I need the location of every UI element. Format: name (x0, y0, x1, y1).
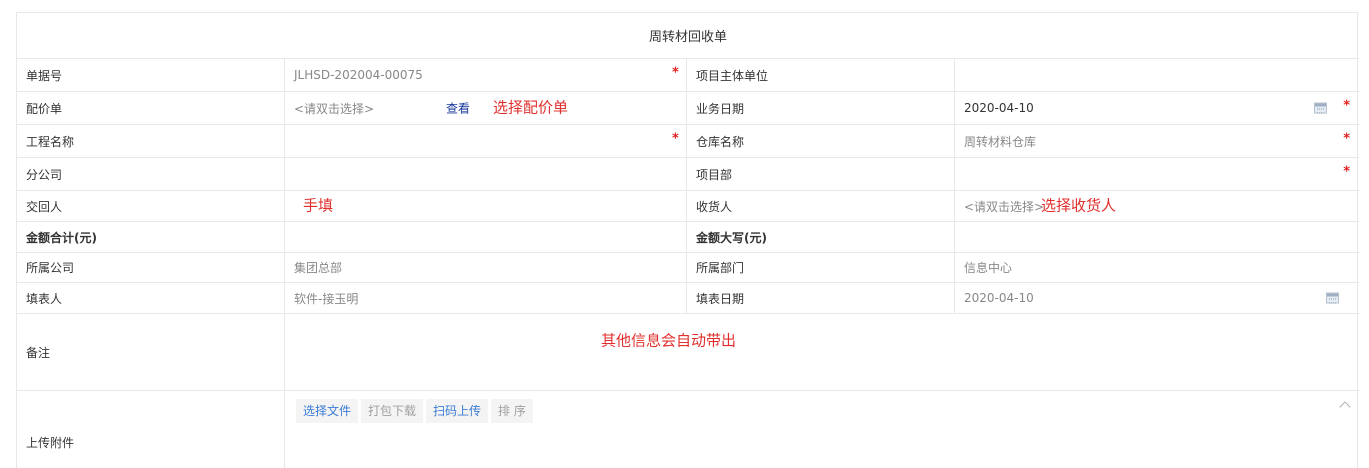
label-document-number: 单据号 (17, 59, 285, 91)
required-mark: * (1343, 131, 1350, 147)
label-project-entity: 项目主体单位 (687, 59, 955, 91)
remarks-field[interactable]: 其他信息会自动带出 (285, 314, 1359, 390)
label-attachments: 上传附件 (17, 391, 285, 468)
label-filler: 填表人 (17, 283, 285, 313)
required-mark: * (672, 65, 679, 81)
label-warehouse-name: 仓库名称 (687, 125, 955, 157)
label-returner: 交回人 (17, 191, 285, 221)
form-title-text: 周转材回收单 (648, 30, 727, 45)
fill-date-value: 2020-04-10 (964, 291, 1034, 305)
returner-field[interactable]: 手填 (285, 191, 687, 221)
calendar-icon[interactable] (1326, 292, 1339, 304)
sort-button[interactable]: 排 序 (491, 399, 533, 423)
receiver-field[interactable]: <请双击选择> 选择收货人 (955, 191, 1359, 221)
department-field: 信息中心 (955, 253, 1359, 282)
view-price-sheet-link[interactable]: 查看 (446, 100, 470, 117)
pack-download-button[interactable]: 打包下载 (361, 399, 424, 423)
chevron-up-icon[interactable] (1339, 401, 1351, 413)
calendar-icon[interactable] (1314, 102, 1327, 114)
branch-field[interactable] (285, 158, 687, 190)
project-entity-field[interactable] (955, 59, 1359, 91)
recycle-form: 周转材回收单 单据号 JLHSD-202004-00075 * 项目主体单位 配… (16, 12, 1359, 468)
annotation-manual-fill: 手填 (303, 196, 334, 215)
fill-date-field[interactable]: 2020-04-10 (955, 283, 1359, 313)
price-sheet-field[interactable]: <请双击选择> 查看 选择配价单 (285, 92, 687, 124)
row-returner: 交回人 手填 收货人 <请双击选择> 选择收货人 (17, 191, 1359, 222)
business-date-field[interactable]: 2020-04-10 * (955, 92, 1359, 124)
row-branch: 分公司 项目部 * (17, 158, 1359, 191)
label-amount-in-words: 金额大写(元) (687, 222, 955, 252)
annotation-auto-fill: 其他信息会自动带出 (601, 331, 737, 350)
row-remarks: 备注 其他信息会自动带出 (17, 314, 1359, 391)
document-number-value: JLHSD-202004-00075 (294, 68, 423, 82)
business-date-value: 2020-04-10 (964, 101, 1034, 115)
required-mark: * (1343, 164, 1350, 180)
row-attachments: 上传附件 选择文件 打包下载 扫码上传 排 序 (17, 391, 1359, 468)
scan-upload-button[interactable]: 扫码上传 (426, 399, 489, 423)
row-document-number: 单据号 JLHSD-202004-00075 * 项目主体单位 (17, 59, 1359, 92)
annotation-select-receiver: 选择收货人 (1041, 196, 1117, 215)
row-filler: 填表人 软件-接玉明 填表日期 2020-04-10 (17, 283, 1359, 314)
amount-in-words-field (955, 222, 1359, 252)
form-title: 周转材回收单 (17, 13, 1359, 59)
row-company: 所属公司 集团总部 所属部门 信息中心 (17, 253, 1359, 283)
warehouse-name-field[interactable]: 周转材料仓库 * (955, 125, 1359, 157)
required-mark: * (672, 131, 679, 147)
label-project-name: 工程名称 (17, 125, 285, 157)
row-price-sheet: 配价单 <请双击选择> 查看 选择配价单 业务日期 2020-04-10 * (17, 92, 1359, 125)
amount-total-field (285, 222, 687, 252)
department-value: 信息中心 (964, 261, 1013, 275)
filler-value: 软件-接玉明 (294, 291, 359, 306)
project-department-field[interactable]: * (955, 158, 1359, 190)
company-field: 集团总部 (285, 253, 687, 282)
filler-field: 软件-接玉明 (285, 283, 687, 313)
label-department: 所属部门 (687, 253, 955, 282)
label-receiver: 收货人 (687, 191, 955, 221)
label-amount-total: 金额合计(元) (17, 222, 285, 252)
label-fill-date: 填表日期 (687, 283, 955, 313)
receiver-placeholder: <请双击选择> (964, 199, 1045, 214)
project-name-field[interactable]: * (285, 125, 687, 157)
label-project-department: 项目部 (687, 158, 955, 190)
annotation-select-price-sheet: 选择配价单 (493, 98, 569, 117)
label-business-date: 业务日期 (687, 92, 955, 124)
choose-file-button[interactable]: 选择文件 (296, 399, 359, 423)
attachments-area: 选择文件 打包下载 扫码上传 排 序 (285, 391, 1359, 468)
label-company: 所属公司 (17, 253, 285, 282)
label-branch: 分公司 (17, 158, 285, 190)
label-price-sheet: 配价单 (17, 92, 285, 124)
price-sheet-placeholder: <请双击选择> (294, 101, 375, 116)
warehouse-name-value: 周转材料仓库 (964, 134, 1037, 149)
row-project-name: 工程名称 * 仓库名称 周转材料仓库 * (17, 125, 1359, 158)
document-number-field[interactable]: JLHSD-202004-00075 * (285, 59, 687, 91)
required-mark: * (1343, 98, 1350, 114)
row-amount: 金额合计(元) 金额大写(元) (17, 222, 1359, 253)
label-remarks: 备注 (17, 314, 285, 390)
company-value: 集团总部 (294, 261, 343, 275)
